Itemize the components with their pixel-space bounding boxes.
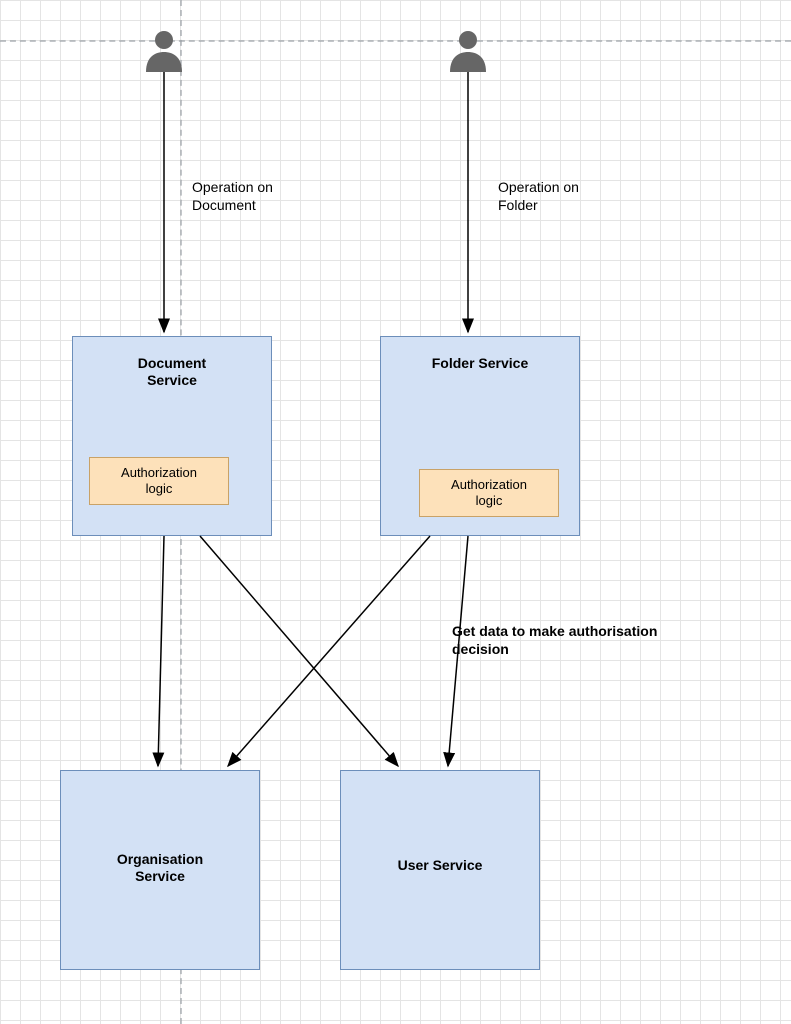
user-icon bbox=[144, 28, 184, 77]
document-service-auth-box: Authorizationlogic bbox=[89, 457, 229, 505]
user-icon bbox=[448, 28, 488, 77]
folder-service-box: Folder Service Authorizationlogic bbox=[380, 336, 580, 536]
horizontal-guide bbox=[0, 40, 791, 42]
document-service-box: DocumentService Authorizationlogic bbox=[72, 336, 272, 536]
organisation-service-title: OrganisationService bbox=[109, 851, 211, 885]
operation-on-folder-label: Operation onFolder bbox=[498, 178, 618, 214]
user-service-box: User Service bbox=[340, 770, 540, 970]
operation-on-document-label: Operation onDocument bbox=[192, 178, 312, 214]
folder-service-auth-label: Authorizationlogic bbox=[451, 477, 527, 508]
folder-service-title: Folder Service bbox=[424, 355, 537, 372]
document-service-title: DocumentService bbox=[130, 355, 214, 389]
folder-service-auth-box: Authorizationlogic bbox=[419, 469, 559, 517]
document-service-auth-label: Authorizationlogic bbox=[121, 465, 197, 496]
user-service-title: User Service bbox=[390, 857, 491, 874]
organisation-service-box: OrganisationService bbox=[60, 770, 260, 970]
flow-label: Get data to make authorisationdecision bbox=[452, 622, 712, 658]
